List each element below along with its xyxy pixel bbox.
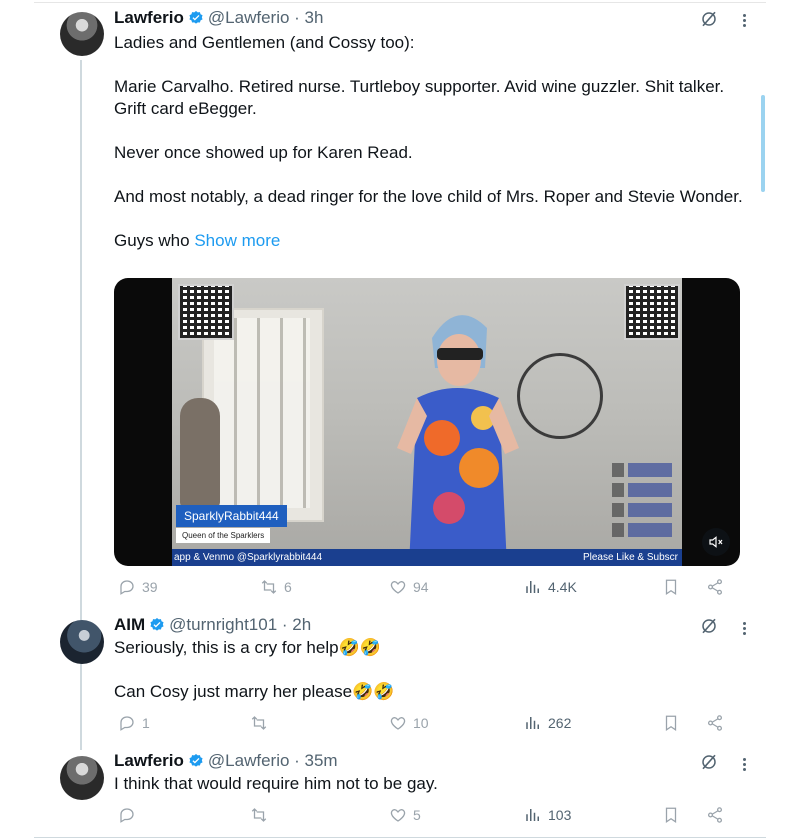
show-more-link[interactable]: Show more (194, 231, 280, 250)
tweet-actions: 39 6 94 4.4K (114, 578, 734, 600)
share-button[interactable] (706, 578, 730, 596)
repost-button[interactable] (250, 714, 274, 732)
reply-count: 1 (142, 715, 150, 731)
qr-code-icon (178, 284, 234, 340)
like-icon (389, 806, 407, 824)
author-name[interactable]: Lawferio (114, 8, 184, 28)
tweet-line: And most notably, a dead ringer for the … (114, 187, 743, 206)
tweet-line: Ladies and Gentlemen (and Cossy too): (114, 33, 415, 52)
share-button[interactable] (706, 714, 730, 732)
grok-icon[interactable] (700, 10, 718, 28)
repost-icon (260, 578, 278, 596)
tweet-line: Marie Carvalho. Retired nurse. Turtleboy… (114, 77, 725, 118)
tweet-text: I think that would require him not to be… (114, 773, 744, 795)
tweet-header: Lawferio @Lawferio · 35m (114, 751, 338, 771)
share-icon (706, 714, 724, 732)
avatar[interactable] (60, 620, 104, 664)
video-ticker: app & Venmo @Sparklyrabbit444 Please Lik… (172, 549, 682, 566)
repost-count: 6 (284, 579, 292, 595)
reply-button[interactable] (118, 806, 142, 824)
tweet-header: AIM @turnright101 · 2h (114, 615, 311, 635)
repost-icon (250, 714, 268, 732)
grok-icon[interactable] (700, 617, 718, 635)
tweet-text: Ladies and Gentlemen (and Cossy too): Ma… (114, 32, 744, 252)
author-handle-time[interactable]: @Lawferio · 3h (208, 8, 324, 28)
reply-icon (118, 578, 136, 596)
more-icon[interactable] (736, 619, 752, 637)
views-icon (524, 806, 542, 824)
wall-decor-graphic (517, 353, 603, 439)
top-divider (34, 2, 766, 3)
tweet-actions: 5 103 (114, 806, 734, 828)
views-button[interactable]: 4.4K (524, 578, 577, 596)
statue-graphic (180, 398, 220, 508)
views-count: 103 (548, 807, 572, 823)
reply-icon (118, 714, 136, 732)
streamer-subtitle: Queen of the Sparklers (176, 528, 271, 543)
author-handle-time[interactable]: @Lawferio · 35m (208, 751, 338, 771)
reply-icon (118, 806, 136, 824)
views-count: 262 (548, 715, 572, 731)
more-icon[interactable] (736, 755, 752, 773)
tweet-actions: 1 10 262 (114, 714, 734, 736)
share-icon (706, 806, 724, 824)
like-count: 94 (413, 579, 429, 595)
views-button[interactable]: 262 (524, 714, 571, 732)
verified-badge-icon (188, 10, 204, 26)
reply-count: 39 (142, 579, 158, 595)
author-handle-time[interactable]: @turnright101 · 2h (169, 615, 311, 635)
more-icon[interactable] (736, 11, 752, 29)
tweet-line: Can Cosy just marry her please🤣🤣 (114, 682, 395, 701)
bookmark-button[interactable] (662, 714, 686, 732)
like-icon (389, 714, 407, 732)
views-button[interactable]: 103 (524, 806, 571, 824)
like-count: 10 (413, 715, 429, 731)
bookmark-icon (662, 714, 680, 732)
share-icon (706, 578, 724, 596)
avatar[interactable] (60, 756, 104, 800)
verified-badge-icon (188, 753, 204, 769)
bookmark-icon (662, 806, 680, 824)
streamer-name-banner: SparklyRabbit444 (176, 505, 287, 527)
repost-button[interactable] (250, 806, 274, 824)
tweet-line: Guys who (114, 231, 190, 250)
french-door-graphic (202, 308, 324, 522)
ticker-right-text: Please Like & Subscr (582, 552, 678, 563)
bookmark-icon (662, 578, 680, 596)
person-graphic (397, 315, 519, 566)
like-button[interactable]: 5 (389, 806, 421, 824)
bookmark-button[interactable] (662, 578, 686, 596)
verified-badge-icon (149, 617, 165, 633)
like-count: 5 (413, 807, 421, 823)
mute-icon[interactable] (702, 528, 730, 556)
views-count: 4.4K (548, 579, 577, 595)
tweet-line: I think that would require him not to be… (114, 774, 438, 793)
author-name[interactable]: Lawferio (114, 751, 184, 771)
scrollbar[interactable] (761, 95, 765, 192)
like-button[interactable]: 10 (389, 714, 429, 732)
qr-code-icon (624, 284, 680, 340)
ticker-left-text: app & Venmo @Sparklyrabbit444 (174, 552, 323, 563)
views-icon (524, 578, 542, 596)
author-name[interactable]: AIM (114, 615, 145, 635)
like-icon (389, 578, 407, 596)
tweet-line: Seriously, this is a cry for help🤣🤣 (114, 638, 381, 657)
like-button[interactable]: 94 (389, 578, 429, 596)
bottom-divider (34, 837, 766, 838)
reply-button[interactable]: 1 (118, 714, 150, 732)
reply-button[interactable]: 39 (118, 578, 158, 596)
thread-view: Lawferio @Lawferio · 3h Ladies and Gentl… (0, 0, 800, 839)
bookmark-button[interactable] (662, 806, 686, 824)
tweet-text: Seriously, this is a cry for help🤣🤣 Can … (114, 637, 744, 703)
views-icon (524, 714, 542, 732)
tweet-line-last: Guys who Show more (114, 230, 744, 252)
repost-button[interactable]: 6 (260, 578, 292, 596)
tweet-line: Never once showed up for Karen Read. (114, 143, 413, 162)
avatar[interactable] (60, 12, 104, 56)
video-player[interactable]: SparklyRabbit444 Queen of the Sparklers … (114, 278, 740, 566)
repost-icon (250, 806, 268, 824)
share-button[interactable] (706, 806, 730, 824)
tweet-header: Lawferio @Lawferio · 3h (114, 8, 323, 28)
grok-icon[interactable] (700, 753, 718, 771)
